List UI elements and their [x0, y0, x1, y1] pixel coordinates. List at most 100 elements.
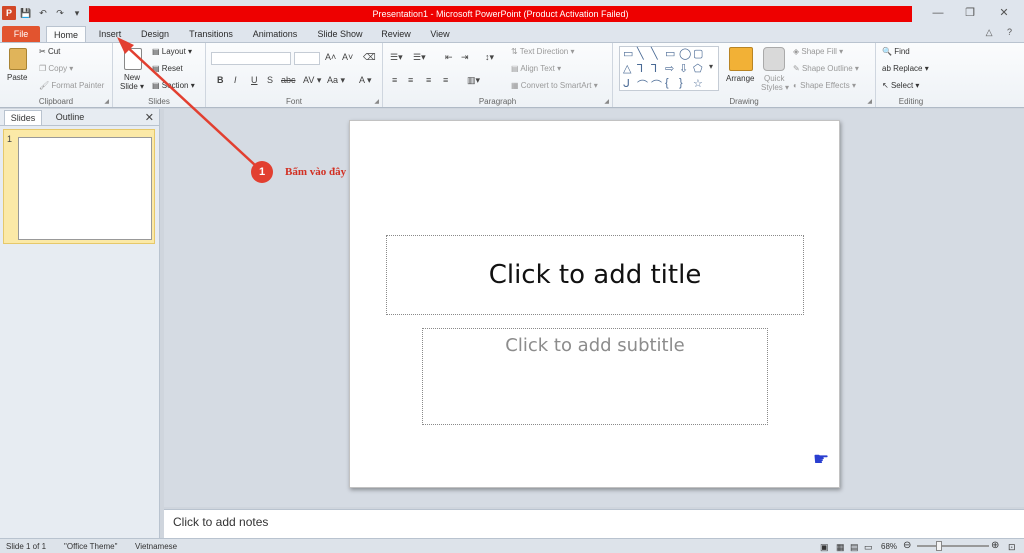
slide[interactable]: Click to add title Click to add subtitle… [349, 120, 840, 488]
columns-icon[interactable]: ▥▾ [467, 75, 480, 86]
align-text-button[interactable]: ▤ Align Text ▾ [511, 64, 561, 73]
quick-styles-icon[interactable] [763, 47, 785, 71]
curve-shape-icon[interactable]: ⌒ [637, 77, 648, 93]
font-size-combo[interactable] [294, 52, 320, 65]
quick-styles-label[interactable]: Quick [764, 74, 784, 83]
slide-thumbnail[interactable] [18, 137, 152, 240]
powerpoint-app-icon[interactable]: P [2, 6, 16, 20]
tab-transitions[interactable]: Transitions [183, 26, 239, 42]
right-arrow-shape-icon[interactable]: ⇨ [665, 62, 674, 75]
shapes-gallery[interactable]: ▭ ╲ ╲ ▭ ◯ ▢ △ ⅂ ⅂ ⇨ ⇩ ⬠ ᒍ ⌒ ⌒ { } ☆ ▾ [619, 46, 719, 93]
star-shape-icon[interactable]: ☆ [693, 77, 703, 90]
italic-button[interactable]: I [234, 75, 237, 85]
rounded-rect-shape-icon[interactable]: ▢ [693, 47, 703, 60]
down-arrow-shape-icon[interactable]: ⇩ [679, 62, 688, 75]
flowchart-shape-icon[interactable]: ⬠ [693, 62, 703, 75]
slideshow-view-icon[interactable]: ▭ [864, 542, 873, 553]
tab-slide-show[interactable]: Slide Show [312, 26, 368, 42]
zoom-slider[interactable] [917, 545, 989, 547]
customize-qat-icon[interactable]: ▾ [70, 6, 84, 20]
paragraph-dialog-launcher-icon[interactable]: ◢ [604, 98, 609, 105]
justify-icon[interactable]: ≡ [443, 75, 448, 85]
new-slide-dropdown[interactable]: Slide ▾ [120, 82, 144, 91]
section-button[interactable]: ▤ Section ▾ [152, 81, 195, 90]
line-shape-icon[interactable]: ╲ [637, 47, 644, 60]
grow-font-button[interactable]: A˄ [325, 52, 336, 62]
underline-button[interactable]: U [251, 75, 258, 85]
normal-view-icon[interactable]: ▣ [820, 542, 829, 553]
save-icon[interactable]: 💾 [19, 6, 33, 20]
slide-thumbnail-selected[interactable]: 1 [3, 129, 155, 244]
tab-animations[interactable]: Animations [248, 26, 302, 42]
minimize-button[interactable]: — [924, 4, 952, 22]
tab-insert[interactable]: Insert [92, 26, 128, 42]
find-button[interactable]: 🔍 Find [882, 47, 910, 56]
language[interactable]: Vietnamese [135, 542, 177, 551]
font-dialog-launcher-icon[interactable]: ◢ [374, 98, 379, 105]
zoom-level[interactable]: 68% [881, 542, 897, 551]
new-slide-label[interactable]: New [124, 73, 140, 82]
shadow-button[interactable]: S [267, 75, 273, 85]
tab-file[interactable]: File [2, 26, 40, 42]
strikethrough-button[interactable]: abc [281, 75, 296, 85]
elbow-shape-icon[interactable]: ⅂ [637, 62, 643, 75]
bold-button[interactable]: B [217, 75, 224, 85]
text-direction-button[interactable]: ⇅ Text Direction ▾ [511, 47, 574, 56]
paste-button[interactable]: Paste [7, 73, 27, 82]
copy-button[interactable]: ❐ Copy ▾ [39, 64, 73, 73]
shrink-font-button[interactable]: A˅ [342, 52, 353, 62]
close-pane-icon[interactable]: ✕ [145, 111, 154, 124]
shape-outline-button[interactable]: ✎ Shape Outline ▾ [793, 64, 859, 73]
reset-button[interactable]: ▤ Reset [152, 64, 183, 73]
help-icon[interactable]: △ ? [986, 27, 1018, 38]
paste-icon[interactable] [9, 48, 27, 70]
tab-view[interactable]: View [424, 26, 456, 42]
decrease-indent-icon[interactable]: ⇤ [445, 52, 453, 63]
font-color-button[interactable]: A ▾ [359, 75, 372, 86]
character-spacing-button[interactable]: AV ▾ [303, 75, 321, 86]
increase-indent-icon[interactable]: ⇥ [461, 52, 469, 63]
undo-icon[interactable]: ↶ [36, 6, 50, 20]
tab-design[interactable]: Design [135, 26, 175, 42]
align-right-icon[interactable]: ≡ [426, 75, 431, 85]
brace-right-shape-icon[interactable]: } [679, 77, 683, 89]
triangle-shape-icon[interactable]: △ [623, 62, 631, 75]
change-case-button[interactable]: Aa ▾ [327, 75, 345, 86]
quick-styles-dropdown[interactable]: Styles ▾ [761, 83, 789, 92]
text-box-shape-icon[interactable]: ▭ [623, 47, 633, 60]
zoom-slider-handle[interactable] [936, 541, 942, 551]
clear-formatting-icon[interactable]: ⌫ [363, 52, 376, 63]
font-name-combo[interactable] [211, 52, 291, 65]
restore-button[interactable]: ❐ [956, 4, 984, 22]
convert-smartart-button[interactable]: ▦ Convert to SmartArt ▾ [511, 81, 598, 90]
connector-shape-icon[interactable]: ⅂ [651, 62, 657, 75]
bullets-icon[interactable]: ☰▾ [390, 52, 403, 63]
oval-shape-icon[interactable]: ◯ [679, 47, 691, 60]
subtitle-placeholder[interactable]: Click to add subtitle [422, 328, 768, 425]
notes-pane[interactable]: Click to add notes [164, 509, 1024, 538]
align-center-icon[interactable]: ≡ [408, 75, 413, 85]
arrange-icon[interactable] [729, 47, 753, 71]
new-slide-icon[interactable] [124, 48, 142, 70]
arc-shape-icon[interactable]: ⌒ [651, 77, 662, 93]
numbering-icon[interactable]: ☰▾ [413, 52, 426, 63]
tab-review[interactable]: Review [377, 26, 415, 42]
format-painter-button[interactable]: 🖌 Format Painter [39, 81, 104, 90]
select-button[interactable]: ↖ Select ▾ [882, 81, 919, 90]
redo-icon[interactable]: ↷ [53, 6, 67, 20]
brace-left-shape-icon[interactable]: { [665, 77, 669, 89]
arrange-button[interactable]: Arrange [726, 74, 754, 83]
reading-view-icon[interactable]: ▤ [850, 542, 859, 553]
title-placeholder[interactable]: Click to add title [386, 235, 804, 315]
layout-button[interactable]: ▤ Layout ▾ [152, 47, 192, 56]
close-button[interactable]: ✕ [990, 4, 1018, 22]
freeform-shape-icon[interactable]: ᒍ [623, 77, 630, 90]
tab-outline[interactable]: Outline [48, 110, 92, 125]
zoom-in-icon[interactable]: ⊕ [991, 540, 999, 551]
align-left-icon[interactable]: ≡ [392, 75, 397, 85]
shape-fill-button[interactable]: ◈ Shape Fill ▾ [793, 47, 843, 56]
drawing-dialog-launcher-icon[interactable]: ◢ [867, 98, 872, 105]
replace-button[interactable]: ab Replace ▾ [882, 64, 929, 73]
theme-name[interactable]: "Office Theme" [64, 542, 117, 551]
tab-slides[interactable]: Slides [4, 110, 42, 125]
